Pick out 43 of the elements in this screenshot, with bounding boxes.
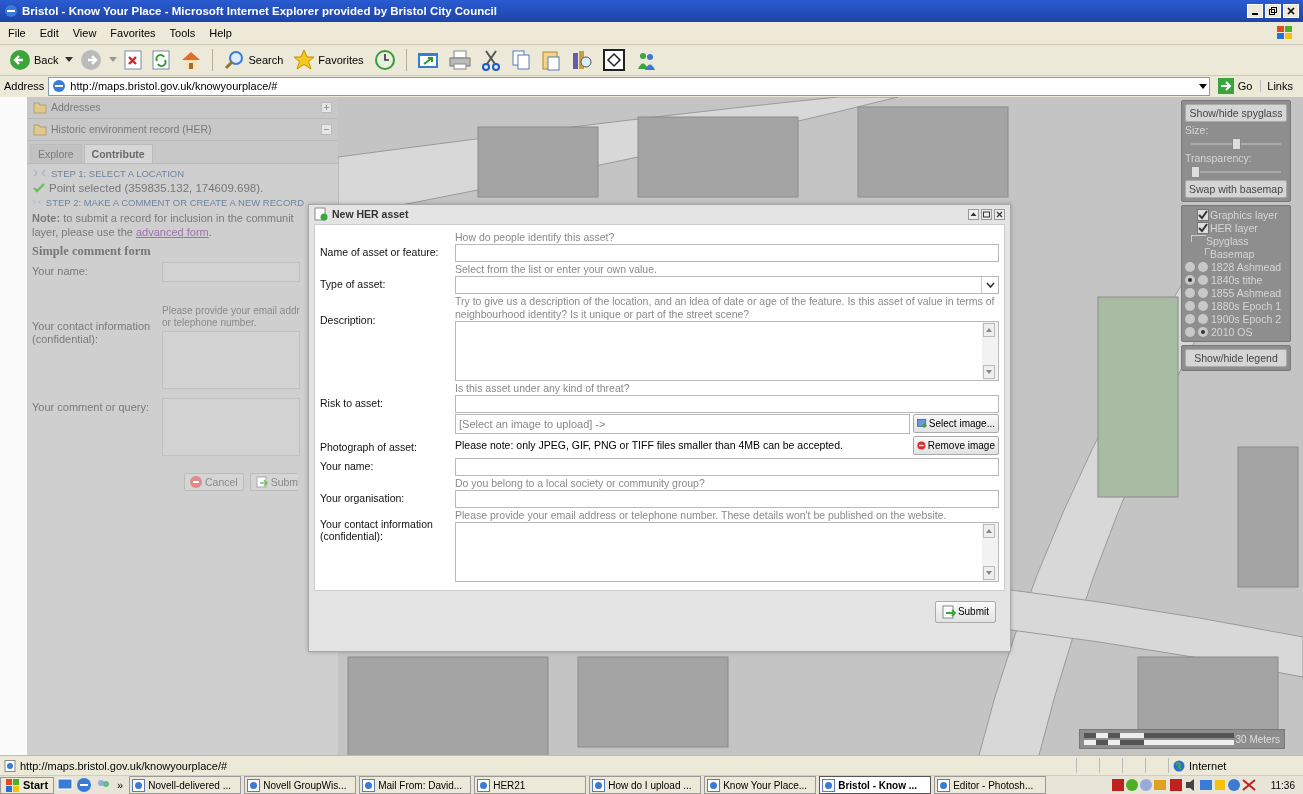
window-title: Bristol - Know Your Place - Microsoft Internet Explorer provided by Bristol City Council — [22, 4, 497, 17]
field-hint: Is this asset under any kind of threat? — [455, 381, 631, 395]
map-layer-label: 1840s tithe — [1211, 273, 1263, 286]
note-text: Note: to submit a record for inclusion in the communit layer, please use the advanced form. — [32, 210, 295, 239]
field-hint: Select from the list or enter your own value. — [455, 262, 658, 276]
field-hint: Try to give us a description of the location, and an idea of date or age of the feature. Is this asset of value in terms of neighbourhood identity? Is it unique or part of the street scene? — [455, 294, 996, 321]
status-text: http://maps.bristol.gov.uk/knowyourplace/# — [0, 759, 1076, 772]
security-zone: Internet — [1168, 758, 1303, 774]
address-label: Address — [4, 80, 45, 93]
column-label: Basemap — [1210, 247, 1255, 260]
field-hint: Do you belong to a local society or community group? — [455, 476, 706, 490]
dialog-title: New HER asset — [332, 208, 409, 220]
file-note: Please note: only JPEG, GIF, PNG or TIFF files smaller than 4MB can be accepted. — [455, 439, 843, 451]
field-label: Type of asset: — [320, 277, 386, 290]
form-title: Simple comment form — [32, 243, 152, 259]
field-label: Your contact information (confidential): — [320, 518, 434, 542]
field-label: Your contact information (confidential): — [32, 318, 152, 346]
field-label: Description: — [320, 313, 376, 326]
field-label: Photograph of asset: — [320, 440, 417, 453]
step-heading: STEP 2: MAKE A COMMENT OR CREATE A NEW RECORD — [45, 196, 304, 208]
slider-label: Transparency: — [1185, 151, 1253, 164]
field-label: Your comment or query: — [32, 399, 150, 414]
field-hint: Please provide your email address or telephone number. These details won't be published on the website. — [455, 508, 948, 522]
map-layer-label: 1828 Ashmead — [1211, 260, 1282, 273]
step-heading: STEP 1: SELECT A LOCATION — [51, 167, 185, 179]
field-label: Your name: — [320, 459, 374, 472]
field-label: Name of asset or feature: — [320, 245, 439, 258]
field-hint: Please provide your email addr or telephone number. — [162, 304, 300, 329]
clock-time: 11:36 — [1269, 779, 1296, 791]
layer-label: Graphics layer — [1210, 208, 1278, 221]
field-label: Your organisation: — [320, 491, 405, 504]
map-layer-label: 2010 OS — [1211, 325, 1253, 338]
field-label: Your name: — [32, 263, 89, 278]
point-selected-text: Point selected (359835.132, 174609.698). — [49, 181, 264, 194]
column-label: Spyglass — [1206, 234, 1249, 247]
map-layer-label: 1900s Epoch 2 — [1211, 312, 1282, 325]
scale-label: 30 Meters — [1235, 733, 1280, 745]
slider-label: Size: — [1185, 123, 1210, 136]
map-layer-label: 1855 Ashmead — [1211, 286, 1282, 299]
field-label: Risk to asset: — [320, 396, 384, 409]
layer-label: HER layer — [1210, 221, 1258, 234]
field-hint: How do people identify this asset? — [455, 230, 616, 244]
map-layer-label: 1880s Epoch 1 — [1211, 299, 1282, 312]
